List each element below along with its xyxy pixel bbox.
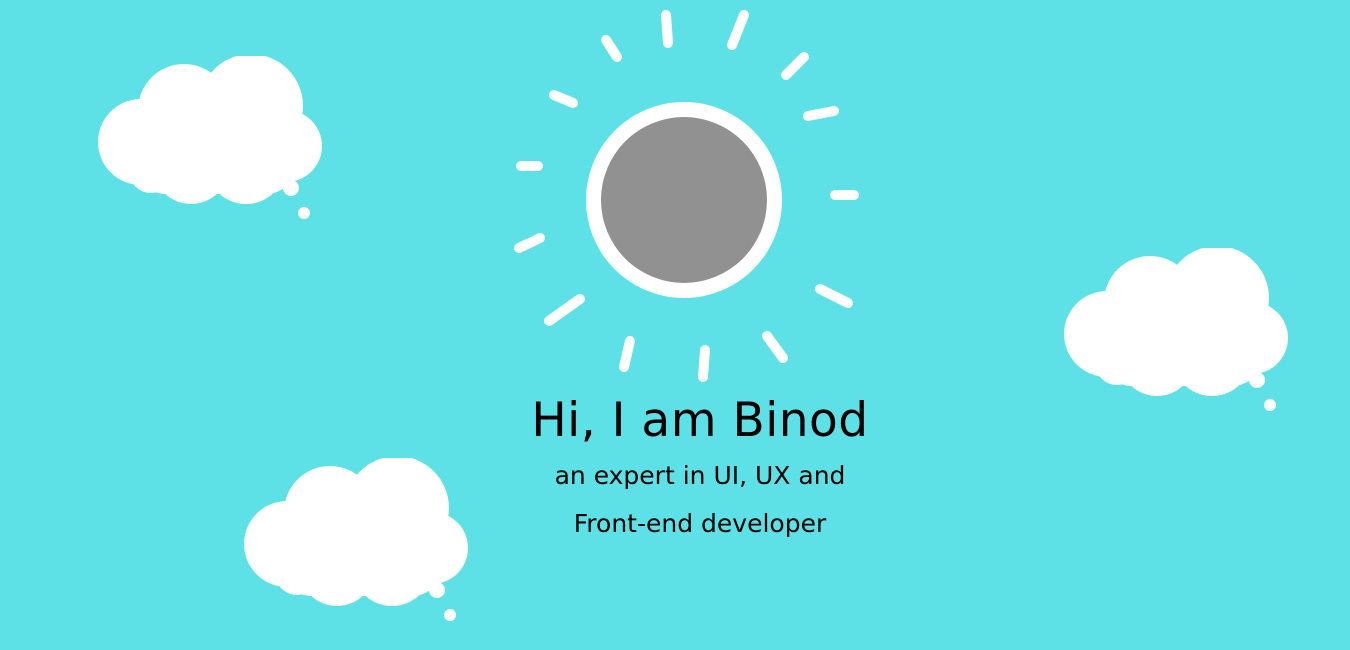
sun-ray [514, 233, 545, 253]
sun-core [601, 117, 767, 283]
sun-ray [762, 331, 788, 363]
cloud-right-icon [1064, 248, 1288, 411]
hero-title: Hi, I am Binod [531, 393, 869, 448]
sun-ray [619, 336, 635, 372]
sun-ray [661, 10, 673, 48]
hero-scene: Hi, I am Binod an expert in UI, UX and F… [0, 0, 1350, 650]
sun-ray [698, 345, 710, 382]
sun-ray [549, 90, 578, 108]
sun-ray [544, 294, 585, 326]
hero-subtitle-line-2: Front-end developer [573, 509, 827, 538]
hero-subtitle-line-1: an expert in UI, UX and [554, 461, 846, 490]
sun-ray [781, 52, 809, 80]
sun-icon [514, 10, 859, 382]
sun-ray [727, 10, 749, 50]
sun-ray [601, 35, 622, 62]
sun-ray [815, 284, 853, 308]
sun-ray [803, 106, 839, 121]
cloud-top-left-icon [98, 56, 322, 219]
